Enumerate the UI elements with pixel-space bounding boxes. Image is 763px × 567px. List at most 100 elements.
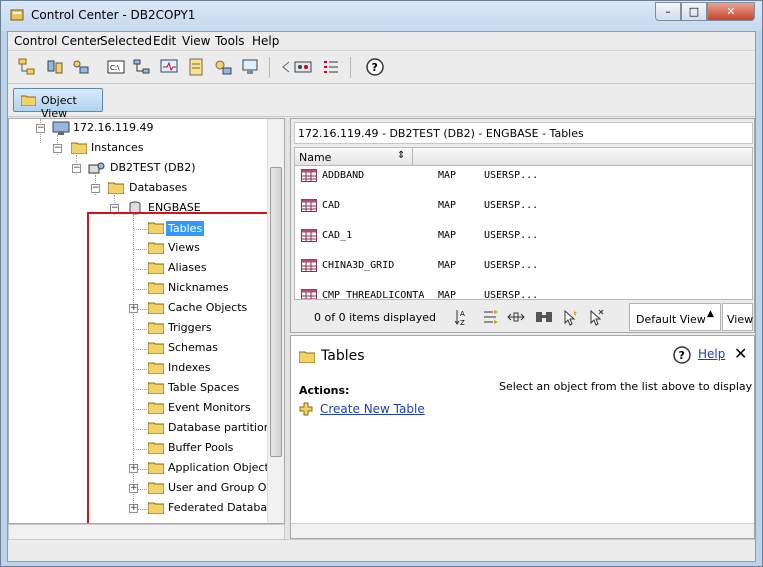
collapse-toggle[interactable]: − [36, 124, 45, 133]
minimize-button[interactable]: – [655, 2, 681, 21]
table-row[interactable]: ADDBAND MAP USERSP... [295, 159, 752, 189]
license-center-icon[interactable] [213, 57, 233, 77]
table-name: ADDBAND [322, 170, 365, 181]
view-select-value: Default View [636, 313, 706, 326]
table-tablespace: USERSP... [484, 260, 539, 271]
view-button-label: View [727, 313, 754, 326]
instances-label: Instances [91, 141, 144, 154]
table-schema: MAP [438, 170, 457, 181]
menu-selected[interactable]: Selected [100, 34, 152, 48]
folder-icon [299, 351, 315, 363]
journal-icon[interactable] [186, 57, 206, 77]
table-schema: MAP [438, 200, 457, 211]
scrollbar-thumb[interactable] [270, 167, 282, 457]
collapse-toggle[interactable]: − [91, 184, 100, 193]
tree-node-instance[interactable]: − DB2TEST (DB2) [9, 159, 267, 179]
status-bar [8, 539, 755, 561]
tree-node-databases[interactable]: − Databases [9, 179, 267, 199]
details-title-wrap: Tables [299, 348, 365, 364]
table-icon [301, 289, 317, 299]
client-area: Control Center Selected Edit View Tools … [7, 31, 756, 562]
deselect-all-icon[interactable] [586, 307, 606, 327]
tree-node-host[interactable]: − 172.16.119.49 [9, 119, 267, 139]
create-plus-icon [299, 402, 313, 416]
menu-help[interactable]: Help [252, 34, 279, 48]
object-view-button[interactable]: Object View [13, 88, 103, 120]
sort-az-icon[interactable]: AZ [454, 307, 474, 327]
contents-pane: 172.16.119.49 - DB2TEST (DB2) - ENGBASE … [290, 118, 755, 333]
task-center-icon[interactable] [132, 57, 152, 77]
contents-status-row: 0 of 0 items displayed AZ Default View ▲… [294, 302, 753, 332]
table-name: CAD_1 [322, 230, 353, 241]
menu-edit[interactable]: Edit [153, 34, 176, 48]
svg-text:C:\: C:\ [110, 64, 120, 72]
toolbar-separator [350, 57, 351, 78]
view-bar: Object View [8, 84, 755, 120]
menu-tools[interactable]: Tools [215, 34, 245, 48]
details-horizontal-scrollbar[interactable] [291, 523, 754, 538]
help-link[interactable]: Help [698, 347, 725, 361]
items-displayed: 0 of 0 items displayed [314, 311, 436, 324]
tree-node-instances[interactable]: − Instances [9, 139, 267, 159]
table-icon [301, 199, 317, 212]
collapse-toggle[interactable]: − [72, 164, 81, 173]
folder-icon [71, 142, 87, 154]
menu-view[interactable]: View [182, 34, 210, 48]
view-button[interactable]: View [722, 303, 753, 331]
view-select[interactable]: Default View ▲ [629, 303, 721, 331]
table-row[interactable]: CAD MAP USERSP... [295, 189, 752, 219]
filter-icon[interactable] [481, 307, 501, 327]
tools-settings-icon[interactable] [293, 57, 313, 77]
menu-bar: Control Center Selected Edit View Tools … [8, 32, 755, 51]
close-button[interactable]: ✕ [707, 2, 755, 21]
databases-label: Databases [129, 181, 188, 194]
folder-open-icon [108, 182, 124, 194]
table-tablespace: USERSP... [484, 170, 539, 181]
close-icon[interactable]: ✕ [734, 344, 747, 363]
collapse-toggle[interactable]: − [53, 144, 62, 153]
configuration-assistant-icon[interactable] [240, 57, 260, 77]
instance-icon [88, 162, 105, 174]
table-row[interactable]: CHINA3D_GRID MAP USERSP... [295, 249, 752, 279]
main-toolbar: C:\ ? [8, 51, 755, 84]
table-tablespace: USERSP... [484, 290, 539, 300]
maximize-button[interactable]: □ [681, 2, 707, 21]
replication-center-icon[interactable] [45, 57, 65, 77]
help-icon[interactable]: ? [672, 345, 692, 365]
command-editor-icon[interactable]: C:\ [106, 57, 126, 77]
table-row[interactable]: CAD_1 MAP USERSP... [295, 219, 752, 249]
table-icon [301, 169, 317, 182]
tree-vertical-scrollbar[interactable] [267, 119, 284, 523]
create-new-table-link[interactable]: Create New Table [320, 402, 425, 416]
legend-icon[interactable] [321, 57, 341, 77]
actions-label: Actions: [299, 384, 350, 397]
satellite-admin-icon[interactable] [71, 57, 91, 77]
table-name: CHINA3D_GRID [322, 260, 395, 271]
menu-control-center[interactable]: Control Center [14, 34, 102, 48]
svg-text:?: ? [679, 349, 685, 362]
contents-table: Name ⇕ ADDBAND MAP USERSP... CAD MAP USERSP..… [294, 147, 753, 300]
object-tree-icon[interactable] [17, 57, 37, 77]
help-icon[interactable]: ? [365, 57, 385, 77]
table-schema: MAP [438, 290, 457, 300]
window-title: Control Center - DB2COPY1 [31, 8, 196, 22]
table-icon [301, 229, 317, 242]
details-title: Tables [321, 348, 365, 364]
customize-columns-icon[interactable] [506, 307, 526, 327]
folder-icon [21, 95, 36, 106]
svg-text:?: ? [372, 61, 378, 74]
host-label: 172.16.119.49 [73, 121, 154, 134]
server-icon [52, 121, 70, 135]
table-schema: MAP [438, 260, 457, 271]
table-tablespace: USERSP... [484, 230, 539, 241]
title-bar: Control Center - DB2COPY1 – □ ✕ [1, 1, 762, 31]
select-all-icon[interactable] [560, 307, 580, 327]
object-tree-pane: − 172.16.119.49 − Instances − DB2TEST (D… [8, 118, 285, 524]
instance-label: DB2TEST (DB2) [110, 161, 196, 174]
details-pane: Tables ? Help ✕ Actions: Select an objec… [290, 335, 755, 539]
table-row[interactable]: CMP_THREADLICONTA MAP USERSP... [295, 279, 752, 300]
highlight-box [87, 212, 269, 523]
health-center-icon[interactable] [159, 57, 179, 77]
find-icon[interactable] [534, 307, 554, 327]
table-tablespace: USERSP... [484, 200, 539, 211]
